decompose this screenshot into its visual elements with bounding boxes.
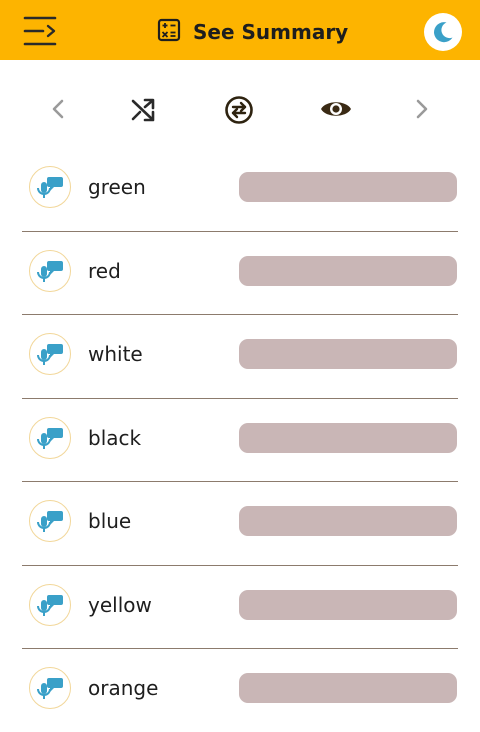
- microphone-chat-icon: [30, 678, 70, 712]
- microphone-chat-icon: [30, 511, 70, 545]
- toolbar: [0, 60, 480, 158]
- word-label: red: [88, 258, 121, 283]
- answer-field[interactable]: [239, 589, 457, 620]
- speak-button[interactable]: [29, 667, 71, 709]
- list-item: green: [22, 148, 458, 232]
- calculator-icon: [157, 18, 181, 47]
- microphone-chat-icon: [30, 427, 70, 462]
- answer-field[interactable]: [239, 422, 457, 453]
- speak-button[interactable]: [29, 333, 71, 375]
- page-title: See Summary: [193, 20, 349, 44]
- list-item: yellow: [22, 566, 458, 649]
- word-label: blue: [88, 509, 132, 533]
- shuffle-icon[interactable]: [130, 97, 156, 123]
- word-label: green: [88, 175, 146, 199]
- see-summary-button[interactable]: See Summary: [157, 17, 348, 47]
- list-item: black: [22, 399, 458, 482]
- answer-field[interactable]: [239, 506, 457, 536]
- moon-icon: [424, 22, 462, 55]
- answer-field[interactable]: [239, 255, 457, 286]
- word-label: orange: [88, 676, 159, 700]
- chevron-right-icon[interactable]: [412, 97, 432, 121]
- word-label: white: [88, 342, 143, 366]
- microphone-chat-icon: [30, 177, 70, 211]
- answer-field[interactable]: [239, 172, 457, 202]
- theme-toggle-button[interactable]: [424, 13, 462, 51]
- list-item: white: [22, 315, 458, 399]
- chevron-left-icon[interactable]: [48, 97, 68, 121]
- menu-open-icon[interactable]: [22, 14, 58, 48]
- microphone-chat-icon: [30, 344, 70, 378]
- microphone-chat-icon: [30, 260, 70, 295]
- list-item: red: [22, 232, 458, 315]
- speak-button[interactable]: [29, 500, 71, 542]
- eye-icon[interactable]: [320, 98, 352, 120]
- list-item: blue: [22, 482, 458, 566]
- speak-button[interactable]: [29, 416, 71, 462]
- swap-icon[interactable]: [224, 95, 254, 125]
- speak-button[interactable]: [29, 166, 71, 208]
- microphone-chat-icon: [30, 594, 70, 629]
- word-label: black: [88, 425, 142, 450]
- app-bar: See Summary: [0, 0, 480, 60]
- speak-button[interactable]: [29, 583, 71, 629]
- answer-field[interactable]: [239, 339, 457, 369]
- word-list: green red white black blue yellow orange: [22, 148, 458, 732]
- word-label: yellow: [88, 592, 152, 617]
- speak-button[interactable]: [29, 249, 71, 295]
- answer-field[interactable]: [239, 673, 457, 703]
- list-item: orange: [22, 649, 458, 732]
